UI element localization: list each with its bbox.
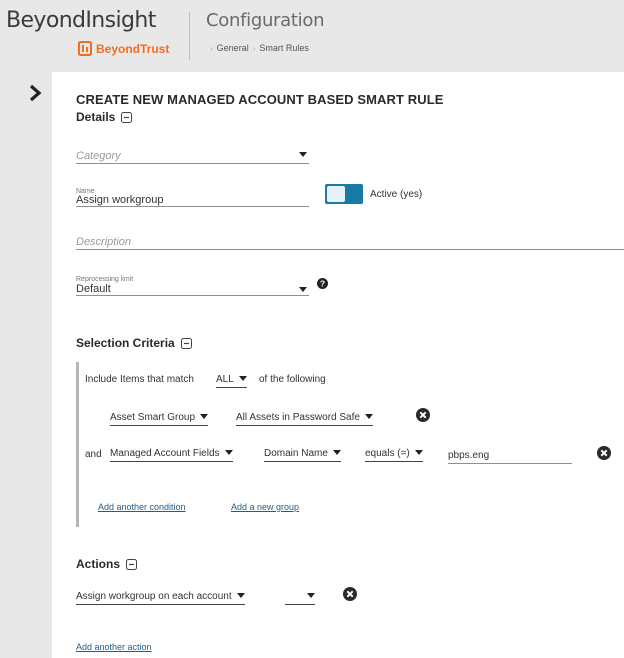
category-placeholder: Category xyxy=(76,150,121,162)
description-placeholder: Description xyxy=(76,236,132,248)
chevron-down-icon xyxy=(414,449,423,455)
chevron-right-icon[interactable] xyxy=(28,84,42,102)
action1-target-select[interactable] xyxy=(285,591,315,605)
breadcrumb-separator: › xyxy=(252,43,256,53)
condition2-value-input[interactable]: pbps.eng xyxy=(448,450,572,464)
add-action-link[interactable]: Add another action xyxy=(76,642,152,652)
main-content: CREATE NEW MANAGED ACCOUNT BASED SMART R… xyxy=(52,72,624,658)
chevron-down-icon xyxy=(364,413,373,419)
chevron-down-icon xyxy=(299,152,307,157)
description-field[interactable]: Description xyxy=(76,232,624,250)
chevron-down-icon xyxy=(200,413,209,419)
add-condition-link[interactable]: Add another condition xyxy=(98,502,186,512)
criteria-group-bar xyxy=(76,362,79,527)
condition2-subfield: Domain Name xyxy=(264,448,328,459)
condition2-operator: equals (=) xyxy=(365,448,410,459)
left-rail xyxy=(0,72,52,658)
chevron-down-icon xyxy=(238,375,247,381)
selection-section-header: Selection Criteria xyxy=(76,336,192,350)
beyondtrust-logo-icon xyxy=(78,41,92,56)
actions-heading: Actions xyxy=(76,557,121,571)
collapse-icon[interactable] xyxy=(126,558,138,570)
action1-select[interactable]: Assign workgroup on each account xyxy=(76,591,245,605)
active-label: Active (yes) xyxy=(370,189,423,200)
chevron-down-icon xyxy=(307,592,315,598)
page-title: Configuration xyxy=(206,10,325,31)
condition2-field: Managed Account Fields xyxy=(110,448,220,459)
name-field[interactable]: Assign workgroup xyxy=(76,190,309,207)
breadcrumb: › General › Smart Rules xyxy=(206,43,309,53)
active-toggle[interactable] xyxy=(325,184,363,204)
app-header: BeyondInsight BeyondTrust Configuration … xyxy=(0,0,624,72)
actions-section-header: Actions xyxy=(76,557,138,571)
match-value: ALL xyxy=(216,374,234,385)
chevron-down-icon xyxy=(332,449,341,455)
name-value: Assign workgroup xyxy=(76,194,164,206)
chevron-down-icon xyxy=(236,592,245,598)
condition1-field-select[interactable]: Asset Smart Group xyxy=(110,412,209,426)
condition1-field: Asset Smart Group xyxy=(110,412,196,423)
breadcrumb-separator: › xyxy=(210,43,213,53)
svg-text:?: ? xyxy=(320,279,325,289)
form-title: CREATE NEW MANAGED ACCOUNT BASED SMART R… xyxy=(76,92,444,107)
vendor-name: BeyondTrust xyxy=(96,41,170,56)
condition1-value: All Assets in Password Safe xyxy=(236,412,360,423)
toggle-knob xyxy=(327,186,345,202)
condition2-conjunction: and xyxy=(85,449,102,460)
include-suffix: of the following xyxy=(259,374,326,385)
details-section-header: Details xyxy=(76,110,133,124)
action1-value: Assign workgroup on each account xyxy=(76,591,232,602)
chevron-down-icon xyxy=(224,449,233,455)
category-select[interactable]: Category xyxy=(76,146,309,164)
remove-condition-icon[interactable] xyxy=(416,408,430,422)
chevron-down-icon xyxy=(299,287,307,292)
condition2-field-select[interactable]: Managed Account Fields xyxy=(110,448,233,462)
match-select[interactable]: ALL xyxy=(216,374,247,388)
collapse-icon[interactable] xyxy=(180,337,192,349)
condition2-operator-select[interactable]: equals (=) xyxy=(365,448,423,462)
header-divider xyxy=(189,12,190,60)
remove-condition-icon[interactable] xyxy=(597,446,611,460)
breadcrumb-item-general[interactable]: General xyxy=(217,43,249,53)
condition1-value-select[interactable]: All Assets in Password Safe xyxy=(236,412,373,426)
reprocessing-value: Default xyxy=(76,283,111,295)
condition2-value: pbps.eng xyxy=(448,450,490,461)
breadcrumb-item-smart-rules[interactable]: Smart Rules xyxy=(259,43,309,53)
details-heading: Details xyxy=(76,110,116,124)
reprocessing-select[interactable]: Default xyxy=(76,279,309,296)
selection-heading: Selection Criteria xyxy=(76,336,175,350)
remove-action-icon[interactable] xyxy=(343,587,357,601)
vendor-logo: BeyondTrust xyxy=(78,41,169,56)
include-prefix: Include Items that match xyxy=(85,374,194,385)
help-icon[interactable]: ? xyxy=(317,278,328,289)
app-brand: BeyondInsight xyxy=(6,8,156,33)
add-group-link[interactable]: Add a new group xyxy=(231,502,299,512)
condition2-subfield-select[interactable]: Domain Name xyxy=(264,448,341,462)
collapse-icon[interactable] xyxy=(121,111,133,123)
